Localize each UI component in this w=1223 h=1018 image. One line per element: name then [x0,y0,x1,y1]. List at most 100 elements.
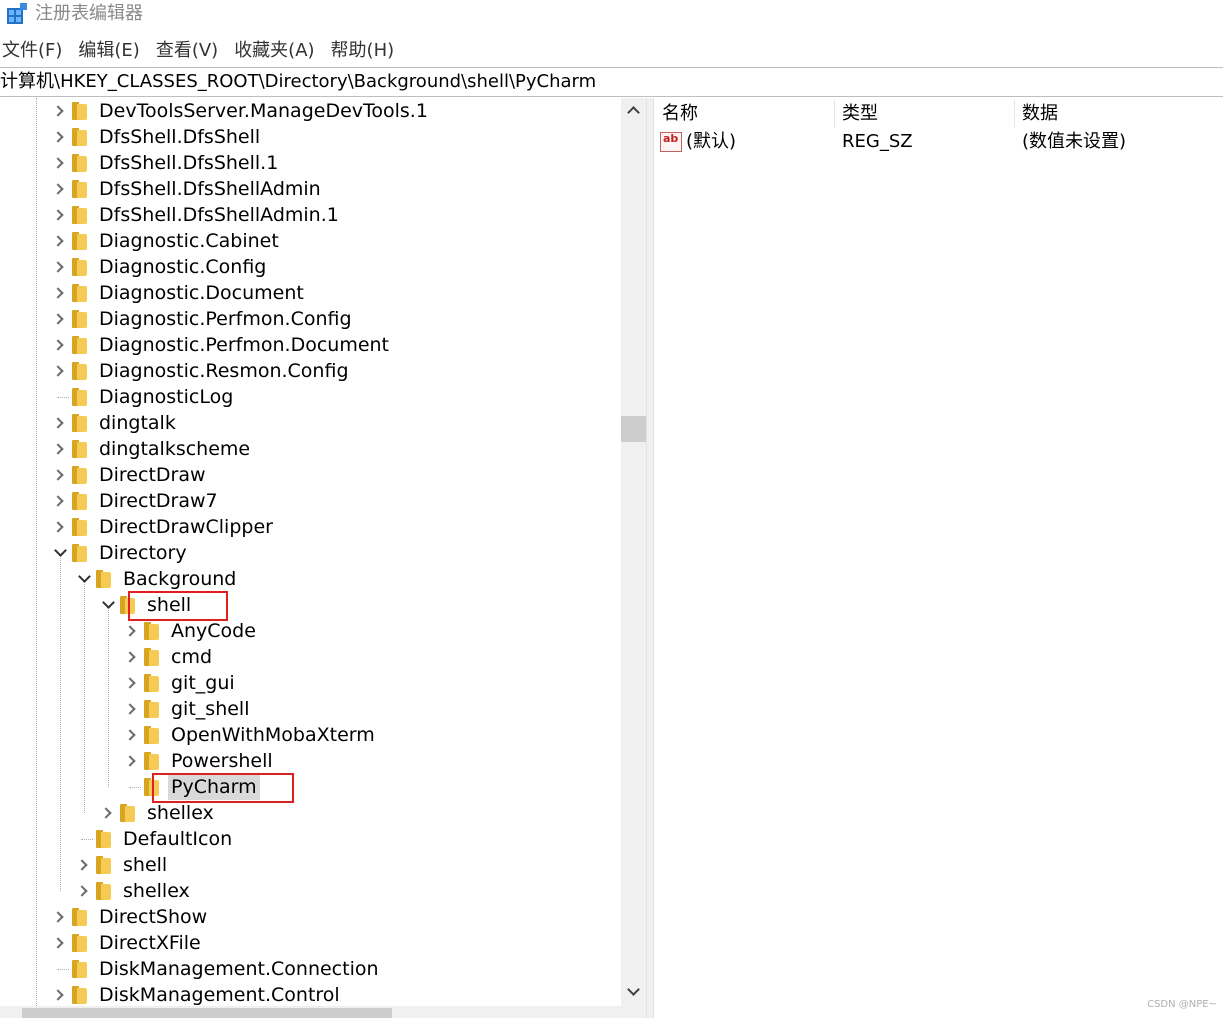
chevron-right-icon[interactable] [74,878,94,904]
tree-node[interactable]: Diagnostic.Document [50,280,307,306]
chevron-right-icon[interactable] [50,358,70,384]
tree-node[interactable]: DefaultIcon [74,826,235,852]
column-header-name[interactable]: 名称 [654,100,834,128]
tree-node[interactable]: Diagnostic.Resmon.Config [50,358,352,384]
chevron-right-icon[interactable] [50,228,70,254]
tree-node[interactable]: git_gui [122,670,238,696]
tree-node-label: shell [123,854,168,876]
chevron-right-icon[interactable] [98,800,118,826]
tree-node[interactable]: shellex [74,878,193,904]
chevron-down-icon[interactable] [74,566,94,592]
menu-favorites[interactable]: 收藏夹(A) [232,38,314,64]
folder-icon [144,622,160,640]
tree-node[interactable]: DevToolsServer.ManageDevTools.1 [50,98,431,124]
address-bar[interactable]: 计算机\HKEY_CLASSES_ROOT\Directory\Backgrou… [0,67,1223,97]
value-list[interactable]: 名称 类型 数据 ab (默认) REG_SZ (数值未设置) [654,98,1223,1018]
tree-node[interactable]: DiskManagement.Connection [50,956,382,982]
tree-node[interactable]: Diagnostic.Perfmon.Document [50,332,392,358]
scroll-up-arrow-icon[interactable] [627,106,640,119]
folder-icon [144,674,160,692]
chevron-right-icon[interactable] [50,202,70,228]
chevron-right-icon[interactable] [50,150,70,176]
chevron-down-icon[interactable] [50,540,70,566]
key-tree[interactable]: DevToolsServer.ManageDevTools.1 DfsShell.… [0,98,646,1018]
chevron-right-icon[interactable] [50,436,70,462]
chevron-right-icon[interactable] [50,332,70,358]
chevron-right-icon[interactable] [122,644,142,670]
tree-node[interactable]: DirectShow [50,904,210,930]
folder-icon [72,492,88,510]
tree-node-label: DfsShell.DfsShell.1 [99,152,279,174]
chevron-right-icon[interactable] [50,176,70,202]
chevron-right-icon[interactable] [74,852,94,878]
chevron-right-icon[interactable] [50,930,70,956]
folder-icon [72,440,88,458]
horizontal-scroll-thumb[interactable] [22,1008,392,1018]
tree-node[interactable]: DirectDraw7 [50,488,221,514]
tree-node[interactable]: DiskManagement.Control [50,982,343,1008]
tree-node[interactable]: DfsShell.DfsShellAdmin [50,176,324,202]
tree-node-label: AnyCode [171,620,256,642]
menu-view[interactable]: 查看(V) [154,38,218,64]
chevron-right-icon[interactable] [50,982,70,1008]
tree-node[interactable]: DfsShell.DfsShellAdmin.1 [50,202,342,228]
tree-node[interactable]: DfsShell.DfsShell.1 [50,150,281,176]
chevron-right-icon[interactable] [50,124,70,150]
chevron-right-icon[interactable] [50,904,70,930]
tree-node-label: Powershell [171,750,273,772]
chevron-right-icon[interactable] [50,514,70,540]
chevron-right-icon[interactable] [122,722,142,748]
chevron-right-icon[interactable] [122,696,142,722]
value-name[interactable]: (默认) [686,129,736,155]
chevron-right-icon[interactable] [50,488,70,514]
tree-horizontal-scrollbar[interactable] [0,1006,646,1018]
chevron-right-icon[interactable] [122,670,142,696]
tree-node[interactable]: DirectDrawClipper [50,514,276,540]
tree-node[interactable]: dingtalk [50,410,179,436]
tree-node[interactable]: shell [74,852,170,878]
menu-file[interactable]: 文件(F) [0,38,62,64]
scroll-thumb[interactable] [621,416,646,442]
tree-node[interactable]: Diagnostic.Perfmon.Config [50,306,355,332]
folder-icon [72,128,88,146]
chevron-right-icon[interactable] [50,98,70,124]
menu-edit[interactable]: 编辑(E) [76,38,139,64]
tree-node[interactable]: dingtalkscheme [50,436,253,462]
value-type[interactable]: REG_SZ [842,129,913,155]
tree-connector [50,384,70,410]
tree-node[interactable]: Diagnostic.Config [50,254,269,280]
tree-node-label: Diagnostic.Resmon.Config [99,360,349,382]
chevron-right-icon[interactable] [50,462,70,488]
tree-node[interactable]: git_shell [122,696,252,722]
column-header-data[interactable]: 数据 [1014,100,1223,128]
tree-node[interactable]: DirectXFile [50,930,204,956]
tree-node[interactable]: DiagnosticLog [50,384,236,410]
tree-node[interactable]: Powershell [122,748,276,774]
tree-node[interactable]: Diagnostic.Cabinet [50,228,282,254]
chevron-right-icon[interactable] [122,618,142,644]
tree-node[interactable]: AnyCode [122,618,259,644]
tree-node[interactable]: OpenWithMobaXterm [122,722,378,748]
tree-node[interactable]: Background [74,566,239,592]
chevron-right-icon[interactable] [50,410,70,436]
menu-help[interactable]: 帮助(H) [329,38,395,64]
value-data[interactable]: (数值未设置) [1022,129,1126,155]
scroll-down-arrow-icon[interactable] [627,983,640,996]
tree-vertical-scrollbar[interactable] [621,98,646,1006]
tree-node[interactable]: Directory [50,540,190,566]
folder-icon [96,830,112,848]
chevron-right-icon[interactable] [50,280,70,306]
tree-node[interactable]: DfsShell.DfsShell [50,124,263,150]
column-header-type[interactable]: 类型 [834,100,1014,128]
tree-node[interactable]: DirectDraw [50,462,209,488]
folder-icon [72,102,88,120]
folder-icon [72,336,88,354]
title-bar: 注册表编辑器 [0,0,1223,30]
chevron-right-icon[interactable] [122,748,142,774]
chevron-right-icon[interactable] [50,254,70,280]
chevron-down-icon[interactable] [98,592,118,618]
tree-node[interactable]: shellex [98,800,217,826]
pane-splitter[interactable] [646,98,654,1018]
chevron-right-icon[interactable] [50,306,70,332]
tree-node[interactable]: cmd [122,644,215,670]
